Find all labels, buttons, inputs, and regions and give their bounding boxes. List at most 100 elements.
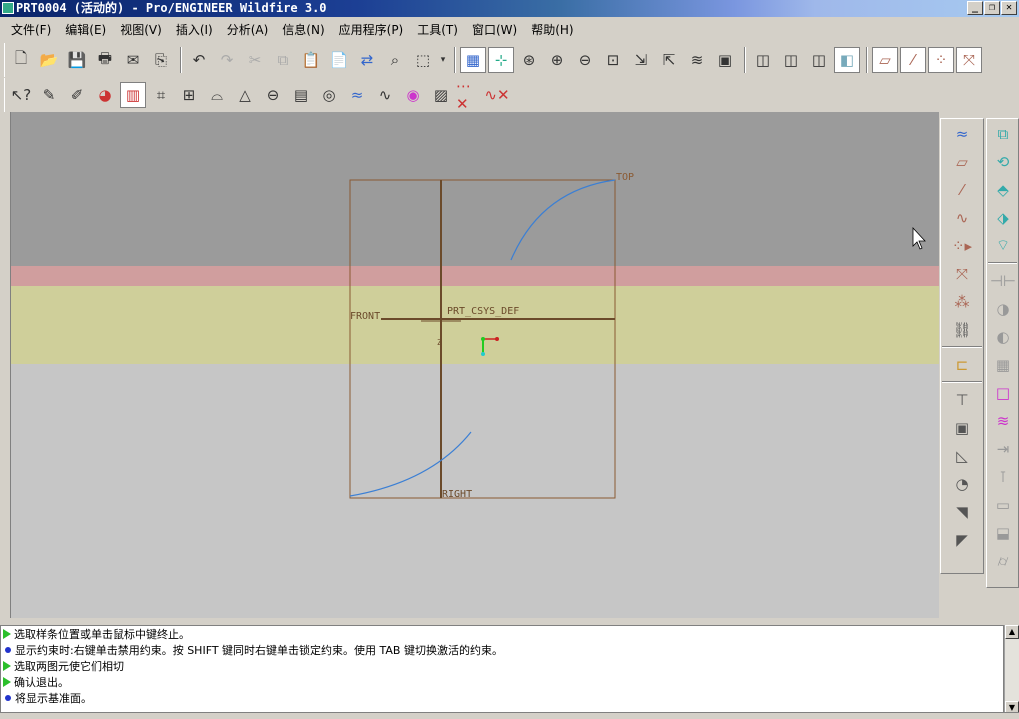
boundary-blend-icon[interactable]: ⌔ <box>988 232 1018 259</box>
undo-icon[interactable]: ↶ <box>186 47 212 73</box>
menu-help[interactable]: 帮助(H) <box>524 18 580 42</box>
whats-this-icon[interactable]: ↖? <box>8 82 34 108</box>
intersect-icon[interactable]: ⊺ <box>988 463 1018 490</box>
datum-planes-icon[interactable]: ▱ <box>872 47 898 73</box>
paste-special-icon[interactable]: 📄 <box>326 47 352 73</box>
merge-icon[interactable]: ◑ <box>988 295 1018 322</box>
thicken-icon[interactable]: ⇥ <box>988 435 1018 462</box>
orient-icon[interactable]: ⊛ <box>516 47 542 73</box>
restore-button[interactable]: ❐ <box>984 1 1000 15</box>
sketch-setup-icon[interactable]: ✎ <box>36 82 62 108</box>
menu-window[interactable]: 窗口(W) <box>465 18 524 42</box>
menu-insert[interactable]: 插入(I) <box>169 18 220 42</box>
revolve-icon[interactable]: ⟲ <box>988 148 1018 175</box>
delete-analysis-icon[interactable]: ∿✕ <box>484 82 510 108</box>
fill-icon[interactable]: ⬓ <box>988 519 1018 546</box>
model-info-icon[interactable]: ◎ <box>316 82 342 108</box>
scroll-up-button[interactable]: ▲ <box>1005 625 1019 639</box>
link-icon[interactable]: ⛓ <box>942 316 982 343</box>
spline-curvature-icon[interactable]: ∿ <box>372 82 398 108</box>
menu-applications[interactable]: 应用程序(P) <box>332 18 411 42</box>
extrude-icon[interactable]: ⧉ <box>988 120 1018 147</box>
no-hidden-icon[interactable]: ◫ <box>806 47 832 73</box>
close-button[interactable]: ✕ <box>1001 1 1017 15</box>
menu-view[interactable]: 视图(V) <box>113 18 169 42</box>
datum-point-icon[interactable]: ⁘▸ <box>942 232 982 259</box>
find-icon[interactable]: ⌕ <box>382 47 408 73</box>
shell-icon[interactable]: ▣ <box>942 414 982 441</box>
color-wheel-icon[interactable]: ◕ <box>92 82 118 108</box>
radius-icon[interactable]: ⊖ <box>260 82 286 108</box>
menu-edit[interactable]: 编辑(E) <box>58 18 113 42</box>
spin-center-icon[interactable]: ⊹ <box>488 47 514 73</box>
cut-icon[interactable]: ✂ <box>242 47 268 73</box>
mirror-icon[interactable]: ⊣⊢ <box>988 267 1018 294</box>
angle-icon[interactable]: △ <box>232 82 258 108</box>
offset-icon[interactable]: ≋ <box>988 407 1018 434</box>
zoom-in-icon[interactable]: ⊕ <box>544 47 570 73</box>
message-scrollbar[interactable]: ▲ ▼ <box>1004 625 1019 715</box>
draft-icon[interactable]: ◺ <box>942 442 982 469</box>
solidify-icon[interactable]: □ <box>988 379 1018 406</box>
spline-curve-upper[interactable] <box>510 179 616 261</box>
rib-icon[interactable]: ⊤ <box>942 386 982 413</box>
shaded-analysis-icon[interactable]: ◉ <box>400 82 426 108</box>
graphics-viewport[interactable]: TOP FRONT PRT_CSYS_DEF Z RIGHT <box>11 112 939 618</box>
saved-views-icon[interactable]: ⇱ <box>656 47 682 73</box>
send-mail-icon[interactable]: ✉ <box>120 47 146 73</box>
sketch-canvas[interactable]: TOP FRONT PRT_CSYS_DEF Z RIGHT <box>11 112 939 618</box>
color-spectrum-icon[interactable]: ▥ <box>120 82 146 108</box>
print-icon[interactable]: 🖶 <box>92 47 118 73</box>
minimize-button[interactable]: _ <box>967 1 983 15</box>
new-file-icon[interactable]: 🗋 <box>8 47 34 73</box>
sweep-icon[interactable]: ⬘ <box>988 176 1018 203</box>
csys-icon[interactable]: ⤧ <box>956 47 982 73</box>
annotation-icon[interactable]: ⊏ <box>942 351 982 378</box>
repaint-icon[interactable]: ▦ <box>460 47 486 73</box>
datum-label-front[interactable]: FRONT <box>350 311 380 322</box>
select-dropdown-icon[interactable]: ▾ <box>438 47 448 73</box>
copy-icon[interactable]: ⧉ <box>270 47 296 73</box>
analysis-icon[interactable]: ⁂ <box>942 288 982 315</box>
layers-icon[interactable]: ≋ <box>684 47 710 73</box>
refit-icon[interactable]: ⊡ <box>600 47 626 73</box>
project-icon[interactable]: ▭ <box>988 491 1018 518</box>
curvature-map-icon[interactable]: ▨ <box>428 82 454 108</box>
spline-analysis-icon[interactable]: ≈ <box>344 82 370 108</box>
datum-axes-icon[interactable]: ⁄ <box>900 47 926 73</box>
chamfer-icon[interactable]: ◥ <box>942 498 982 525</box>
menu-tools[interactable]: 工具(T) <box>410 18 465 42</box>
csys-label[interactable]: PRT_CSYS_DEF <box>447 306 519 317</box>
csys-tool-icon[interactable]: ⤧ <box>942 260 982 287</box>
grid-table-icon[interactable]: ▤ <box>288 82 314 108</box>
regenerate-icon[interactable]: ⇄ <box>354 47 380 73</box>
hidden-line-icon[interactable]: ◫ <box>778 47 804 73</box>
paste-icon[interactable]: 📋 <box>298 47 324 73</box>
sketch-curve-icon[interactable]: ≈ <box>942 120 982 147</box>
menu-file[interactable]: 文件(F) <box>4 18 58 42</box>
datum-label-top[interactable]: TOP <box>616 172 634 183</box>
attach-icon[interactable]: ⎘ <box>148 47 174 73</box>
redo-icon[interactable]: ↷ <box>214 47 240 73</box>
shading-icon[interactable]: ◧ <box>834 47 860 73</box>
left-splitter[interactable] <box>0 112 11 618</box>
open-icon[interactable]: 📂 <box>36 47 62 73</box>
round-icon[interactable]: ◔ <box>942 470 982 497</box>
pattern-icon[interactable]: ▦ <box>988 351 1018 378</box>
wrap-icon[interactable]: ⌭ <box>988 547 1018 574</box>
view-manager-icon[interactable]: ▣ <box>712 47 738 73</box>
select-box-icon[interactable]: ⬚ <box>410 47 436 73</box>
trim-icon[interactable]: ◐ <box>988 323 1018 350</box>
datum-plane-icon[interactable]: ▱ <box>942 148 982 175</box>
datum-label-right[interactable]: RIGHT <box>442 489 472 500</box>
references-icon[interactable]: ✐ <box>64 82 90 108</box>
save-icon[interactable]: 💾 <box>64 47 90 73</box>
dimension-icon[interactable]: ⊞ <box>176 82 202 108</box>
curvature-icon[interactable]: ⌗ <box>148 82 174 108</box>
menu-info[interactable]: 信息(N) <box>275 18 331 42</box>
zoom-out-icon[interactable]: ⊖ <box>572 47 598 73</box>
blend-icon[interactable]: ⬗ <box>988 204 1018 231</box>
arc-dimension-icon[interactable]: ⌓ <box>204 82 230 108</box>
spline-curve-lower[interactable] <box>349 431 472 497</box>
reorient-icon[interactable]: ⇲ <box>628 47 654 73</box>
